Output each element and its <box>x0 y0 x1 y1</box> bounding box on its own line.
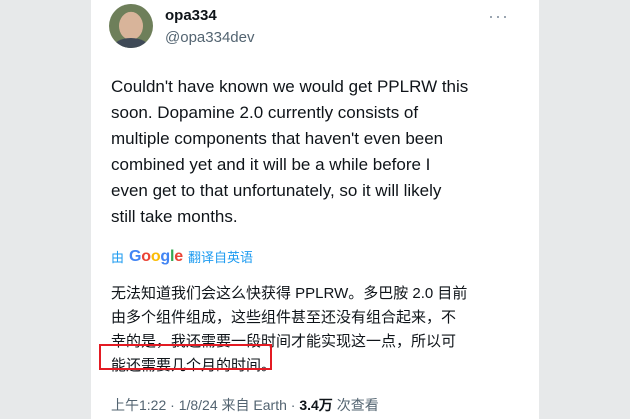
translated-by-prefix: 由 <box>111 250 125 265</box>
translated-line: 由多个组件组成，这些组件甚至还没有组合起来，不 <box>111 309 457 326</box>
google-letter: g <box>160 247 170 265</box>
avatar-face <box>119 12 143 40</box>
tweet-date[interactable]: 1/8/24 <box>179 397 218 413</box>
left-backdrop <box>0 0 91 419</box>
google-letter: o <box>150 247 161 265</box>
avatar-shirt <box>113 38 149 48</box>
right-backdrop <box>539 0 630 419</box>
tweet-time[interactable]: 上午1:22 <box>111 397 166 413</box>
translate-label: 翻译自英语 <box>187 250 253 265</box>
view-count: 3.4万 <box>299 397 333 413</box>
tweet-source: 来自 Earth <box>217 397 287 413</box>
tweet-line: combined yet and it will be a while befo… <box>111 155 431 174</box>
tweet-card: opa334 @opa334dev ··· Couldn't have know… <box>91 0 539 419</box>
tweet-line: Couldn't have known we would get PPLRW t… <box>111 77 469 96</box>
tweet-meta: 上午1:22 · 1/8/24 来自 Earth · 3.4万 次查看 <box>111 395 379 415</box>
user-handle[interactable]: @opa334dev <box>165 29 254 46</box>
view-label: 次查看 <box>332 397 379 413</box>
google-letter: G <box>129 247 142 265</box>
highlight-annotation-box <box>99 344 272 370</box>
tweet-line: still take months. <box>111 207 238 226</box>
tweet-line: multiple components that haven't even be… <box>111 129 444 148</box>
google-letter: e <box>174 247 183 265</box>
display-name[interactable]: opa334 <box>165 7 217 24</box>
meta-separator: · <box>286 397 300 413</box>
translated-by-google[interactable]: 由 Google 翻译自英语 <box>111 247 253 266</box>
google-logo: Google <box>129 248 183 266</box>
tweet-line: soon. Dopamine 2.0 currently consists of <box>111 103 419 122</box>
google-letter: o <box>141 247 151 265</box>
more-options-icon[interactable]: ··· <box>488 6 509 27</box>
tweet-line: even get to that unfortunately, so it wi… <box>111 181 442 200</box>
meta-separator: · <box>166 397 179 413</box>
tweet-text: Couldn't have known we would get PPLRW t… <box>111 74 511 230</box>
translated-line: 无法知道我们会这么快获得 PPLRW。多巴胺 2.0 目前 <box>111 285 468 302</box>
avatar[interactable] <box>109 4 153 48</box>
